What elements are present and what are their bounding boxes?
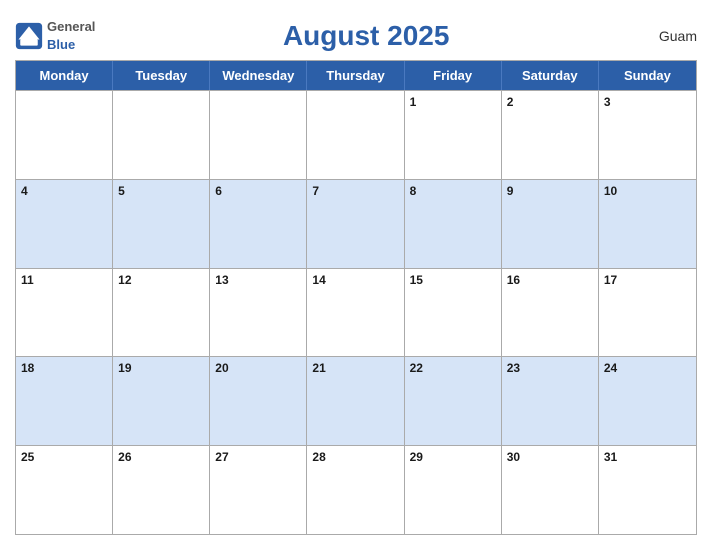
calendar-week-5: 25 26 27 28 29 30 31: [16, 445, 696, 534]
day-cell: 8: [405, 180, 502, 268]
calendar-title: August 2025: [95, 20, 637, 52]
day-number: 27: [215, 450, 301, 464]
logo: General Blue: [15, 18, 95, 54]
day-cell: 11: [16, 269, 113, 357]
day-cell: 30: [502, 446, 599, 534]
day-cell: 22: [405, 357, 502, 445]
logo-general-text: General: [47, 19, 95, 34]
day-number: 11: [21, 273, 107, 287]
calendar-week-3: 11 12 13 14 15 16 17: [16, 268, 696, 357]
day-number: 24: [604, 361, 691, 375]
day-cell: 19: [113, 357, 210, 445]
day-cell: 13: [210, 269, 307, 357]
day-cell: [210, 91, 307, 179]
day-number: 30: [507, 450, 593, 464]
day-cell: 26: [113, 446, 210, 534]
day-cell: 16: [502, 269, 599, 357]
generalblue-logo-icon: [15, 22, 43, 50]
day-number: 18: [21, 361, 107, 375]
calendar-weekday-header: Monday Tuesday Wednesday Thursday Friday…: [16, 61, 696, 90]
day-number: 21: [312, 361, 398, 375]
day-number: 17: [604, 273, 691, 287]
day-cell: 7: [307, 180, 404, 268]
calendar-week-2: 4 5 6 7 8 9 10: [16, 179, 696, 268]
day-number: 19: [118, 361, 204, 375]
day-number: 25: [21, 450, 107, 464]
calendar-body: 1 2 3 4 5 6 7 8 9 10 11 12 13 14 15 16 1…: [16, 90, 696, 534]
day-cell: [113, 91, 210, 179]
day-number: 4: [21, 184, 107, 198]
day-cell: 5: [113, 180, 210, 268]
day-cell: 27: [210, 446, 307, 534]
day-number: 2: [507, 95, 593, 109]
calendar-week-1: 1 2 3: [16, 90, 696, 179]
day-cell: 14: [307, 269, 404, 357]
day-cell: 31: [599, 446, 696, 534]
day-number: 28: [312, 450, 398, 464]
header-wednesday: Wednesday: [210, 61, 307, 90]
day-cell: [307, 91, 404, 179]
day-number: 13: [215, 273, 301, 287]
day-cell: 18: [16, 357, 113, 445]
logo-blue-text: Blue: [47, 37, 75, 52]
day-number: 15: [410, 273, 496, 287]
day-cell: [16, 91, 113, 179]
day-number: 6: [215, 184, 301, 198]
day-number: 9: [507, 184, 593, 198]
day-number: 26: [118, 450, 204, 464]
day-cell: 17: [599, 269, 696, 357]
day-cell: 10: [599, 180, 696, 268]
day-cell: 3: [599, 91, 696, 179]
day-cell: 24: [599, 357, 696, 445]
calendar-region: Guam: [637, 28, 697, 44]
day-cell: 9: [502, 180, 599, 268]
calendar-grid: Monday Tuesday Wednesday Thursday Friday…: [15, 60, 697, 535]
day-cell: 20: [210, 357, 307, 445]
day-cell: 6: [210, 180, 307, 268]
header-sunday: Sunday: [599, 61, 696, 90]
calendar-week-4: 18 19 20 21 22 23 24: [16, 356, 696, 445]
day-number: 5: [118, 184, 204, 198]
day-cell: 23: [502, 357, 599, 445]
logo-text: General Blue: [47, 18, 95, 54]
header-tuesday: Tuesday: [113, 61, 210, 90]
calendar-header: General Blue August 2025 Guam: [15, 10, 697, 60]
day-cell: 28: [307, 446, 404, 534]
day-cell: 21: [307, 357, 404, 445]
header-monday: Monday: [16, 61, 113, 90]
day-number: 14: [312, 273, 398, 287]
day-number: 20: [215, 361, 301, 375]
day-number: 8: [410, 184, 496, 198]
header-thursday: Thursday: [307, 61, 404, 90]
header-friday: Friday: [405, 61, 502, 90]
day-cell: 15: [405, 269, 502, 357]
day-number: 22: [410, 361, 496, 375]
day-cell: 2: [502, 91, 599, 179]
header-saturday: Saturday: [502, 61, 599, 90]
day-cell: 12: [113, 269, 210, 357]
day-cell: 4: [16, 180, 113, 268]
day-number: 23: [507, 361, 593, 375]
day-number: 12: [118, 273, 204, 287]
day-cell: 25: [16, 446, 113, 534]
day-number: 29: [410, 450, 496, 464]
day-number: 31: [604, 450, 691, 464]
day-number: 3: [604, 95, 691, 109]
day-number: 1: [410, 95, 496, 109]
day-cell: 1: [405, 91, 502, 179]
day-number: 10: [604, 184, 691, 198]
day-cell: 29: [405, 446, 502, 534]
day-number: 16: [507, 273, 593, 287]
day-number: 7: [312, 184, 398, 198]
